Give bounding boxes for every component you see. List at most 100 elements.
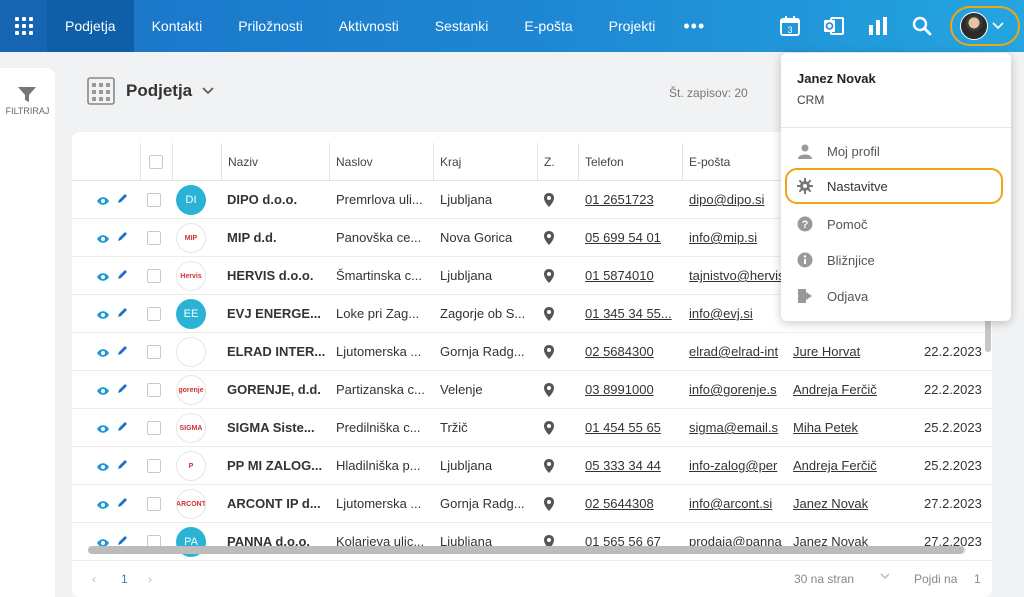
company-phone[interactable]: 02 5644308 [585, 485, 677, 523]
company-name[interactable]: SIGMA Siste... [227, 409, 325, 447]
table-row[interactable]: ELRAD INTER... Ljutomerska ... Gornja Radg… [72, 333, 992, 371]
contact-person[interactable]: Janez Novak [793, 485, 903, 523]
row-checkbox[interactable] [147, 497, 161, 511]
company-phone[interactable]: 01 565 56 67 [585, 523, 677, 561]
nav-item-podjetja[interactable]: Podjetja [47, 0, 134, 52]
map-pin-icon[interactable] [544, 307, 554, 324]
company-name[interactable]: PANNA d.o.o. [227, 523, 325, 561]
map-pin-icon[interactable] [544, 269, 554, 286]
view-icon[interactable] [96, 194, 110, 209]
edit-icon[interactable] [116, 383, 128, 398]
column-naziv[interactable]: Naziv [221, 143, 329, 181]
column-naslov[interactable]: Naslov [329, 143, 433, 181]
company-email[interactable]: info-zalog@per [689, 447, 787, 485]
outlook-icon[interactable] [812, 0, 856, 52]
row-checkbox[interactable] [147, 193, 161, 207]
user-menu-button[interactable] [950, 6, 1020, 46]
edit-icon[interactable] [116, 421, 128, 436]
column-telefon[interactable]: Telefon [578, 143, 682, 181]
row-checkbox[interactable] [147, 307, 161, 321]
column-kraj[interactable]: Kraj [433, 143, 537, 181]
map-pin-icon[interactable] [544, 459, 554, 476]
company-email[interactable]: info@gorenje.s [689, 371, 787, 409]
menu-item-profile[interactable]: Moj profil [781, 133, 1011, 169]
contact-person[interactable]: Miha Petek [793, 409, 903, 447]
company-name[interactable]: ELRAD INTER... [227, 333, 325, 371]
edit-icon[interactable] [116, 345, 128, 360]
nav-item-aktivnosti[interactable]: Aktivnosti [321, 0, 417, 52]
search-icon[interactable] [900, 0, 944, 52]
chevron-down-icon[interactable] [202, 87, 214, 95]
edit-icon[interactable] [116, 269, 128, 284]
company-phone[interactable]: 01 5874010 [585, 257, 677, 295]
view-icon[interactable] [96, 270, 110, 285]
company-email[interactable]: tajnistvo@hervis [689, 257, 787, 295]
company-name[interactable]: MIP d.d. [227, 219, 325, 257]
row-checkbox[interactable] [147, 459, 161, 473]
filter-panel[interactable]: FILTRIRAJ [0, 68, 55, 597]
contact-person[interactable]: Andreja Ferčič [793, 371, 903, 409]
view-icon[interactable] [96, 384, 110, 399]
table-row[interactable]: PA PANNA d.o.o. Kolarjeva ulic... Ljubljana… [72, 523, 992, 561]
goto-page-input[interactable]: 1 [974, 572, 981, 586]
contact-person[interactable]: Jure Horvat [793, 333, 903, 371]
company-name[interactable]: GORENJE, d.d. [227, 371, 325, 409]
chevron-down-icon[interactable] [880, 572, 890, 580]
company-email[interactable]: info@evj.si [689, 295, 787, 333]
nav-item-eposta[interactable]: E-pošta [506, 0, 590, 52]
page-number[interactable]: 1 [121, 572, 128, 586]
company-phone[interactable]: 02 5684300 [585, 333, 677, 371]
company-phone[interactable]: 05 333 34 44 [585, 447, 677, 485]
company-email[interactable]: elrad@elrad-int [689, 333, 787, 371]
company-name[interactable]: HERVIS d.o.o. [227, 257, 325, 295]
edit-icon[interactable] [116, 307, 128, 322]
view-icon[interactable] [96, 460, 110, 475]
company-name[interactable]: PP MI ZALOG... [227, 447, 325, 485]
company-name[interactable]: EVJ ENERGE... [227, 295, 325, 333]
row-checkbox[interactable] [147, 421, 161, 435]
prev-page-button[interactable]: ‹ [92, 572, 96, 586]
edit-icon[interactable] [116, 231, 128, 246]
company-email[interactable]: dipo@dipo.si [689, 181, 787, 219]
table-row[interactable]: SIGMA SIGMA Siste... Predilniška c... Tržič… [72, 409, 992, 447]
company-email[interactable]: prodaja@panna [689, 523, 787, 561]
company-phone[interactable]: 03 8991000 [585, 371, 677, 409]
map-pin-icon[interactable] [544, 497, 554, 514]
table-row[interactable]: ARCONT ARCONT IP d... Ljutomerska ... Gornj… [72, 485, 992, 523]
company-name[interactable]: ARCONT IP d... [227, 485, 325, 523]
per-page-select[interactable]: 30 na stran [794, 572, 854, 586]
view-icon[interactable] [96, 422, 110, 437]
nav-item-sestanki[interactable]: Sestanki [417, 0, 507, 52]
view-icon[interactable] [96, 308, 110, 323]
edit-icon[interactable] [116, 459, 128, 474]
calendar-icon[interactable]: 3 [768, 0, 812, 52]
select-all-checkbox[interactable] [149, 155, 163, 169]
edit-icon[interactable] [116, 193, 128, 208]
view-icon[interactable] [96, 498, 110, 513]
column-eposta[interactable]: E-pošta [682, 143, 792, 181]
nav-more-button[interactable]: ••• [673, 0, 715, 52]
menu-item-shortcuts[interactable]: Bližnjice [781, 242, 1011, 278]
bar-chart-icon[interactable] [856, 0, 900, 52]
map-pin-icon[interactable] [544, 383, 554, 400]
company-name[interactable]: DIPO d.o.o. [227, 181, 325, 219]
row-checkbox[interactable] [147, 231, 161, 245]
row-checkbox[interactable] [147, 345, 161, 359]
row-checkbox[interactable] [147, 269, 161, 283]
menu-item-help[interactable]: ? Pomoč [781, 206, 1011, 242]
column-z[interactable]: Z. [537, 143, 578, 181]
map-pin-icon[interactable] [544, 345, 554, 362]
company-phone[interactable]: 05 699 54 01 [585, 219, 677, 257]
next-page-button[interactable]: › [148, 572, 152, 586]
map-pin-icon[interactable] [544, 231, 554, 248]
company-phone[interactable]: 01 2651723 [585, 181, 677, 219]
map-pin-icon[interactable] [544, 421, 554, 438]
company-phone[interactable]: 01 454 55 65 [585, 409, 677, 447]
company-phone[interactable]: 01 345 34 55... [585, 295, 677, 333]
menu-item-logout[interactable]: Odjava [781, 278, 1011, 314]
nav-item-priloznosti[interactable]: Priložnosti [220, 0, 321, 52]
nav-item-kontakti[interactable]: Kontakti [134, 0, 221, 52]
table-row[interactable]: gorenje GORENJE, d.d. Partizanska c... Vele… [72, 371, 992, 409]
view-icon[interactable] [96, 346, 110, 361]
page-title[interactable]: Podjetja [126, 81, 192, 101]
